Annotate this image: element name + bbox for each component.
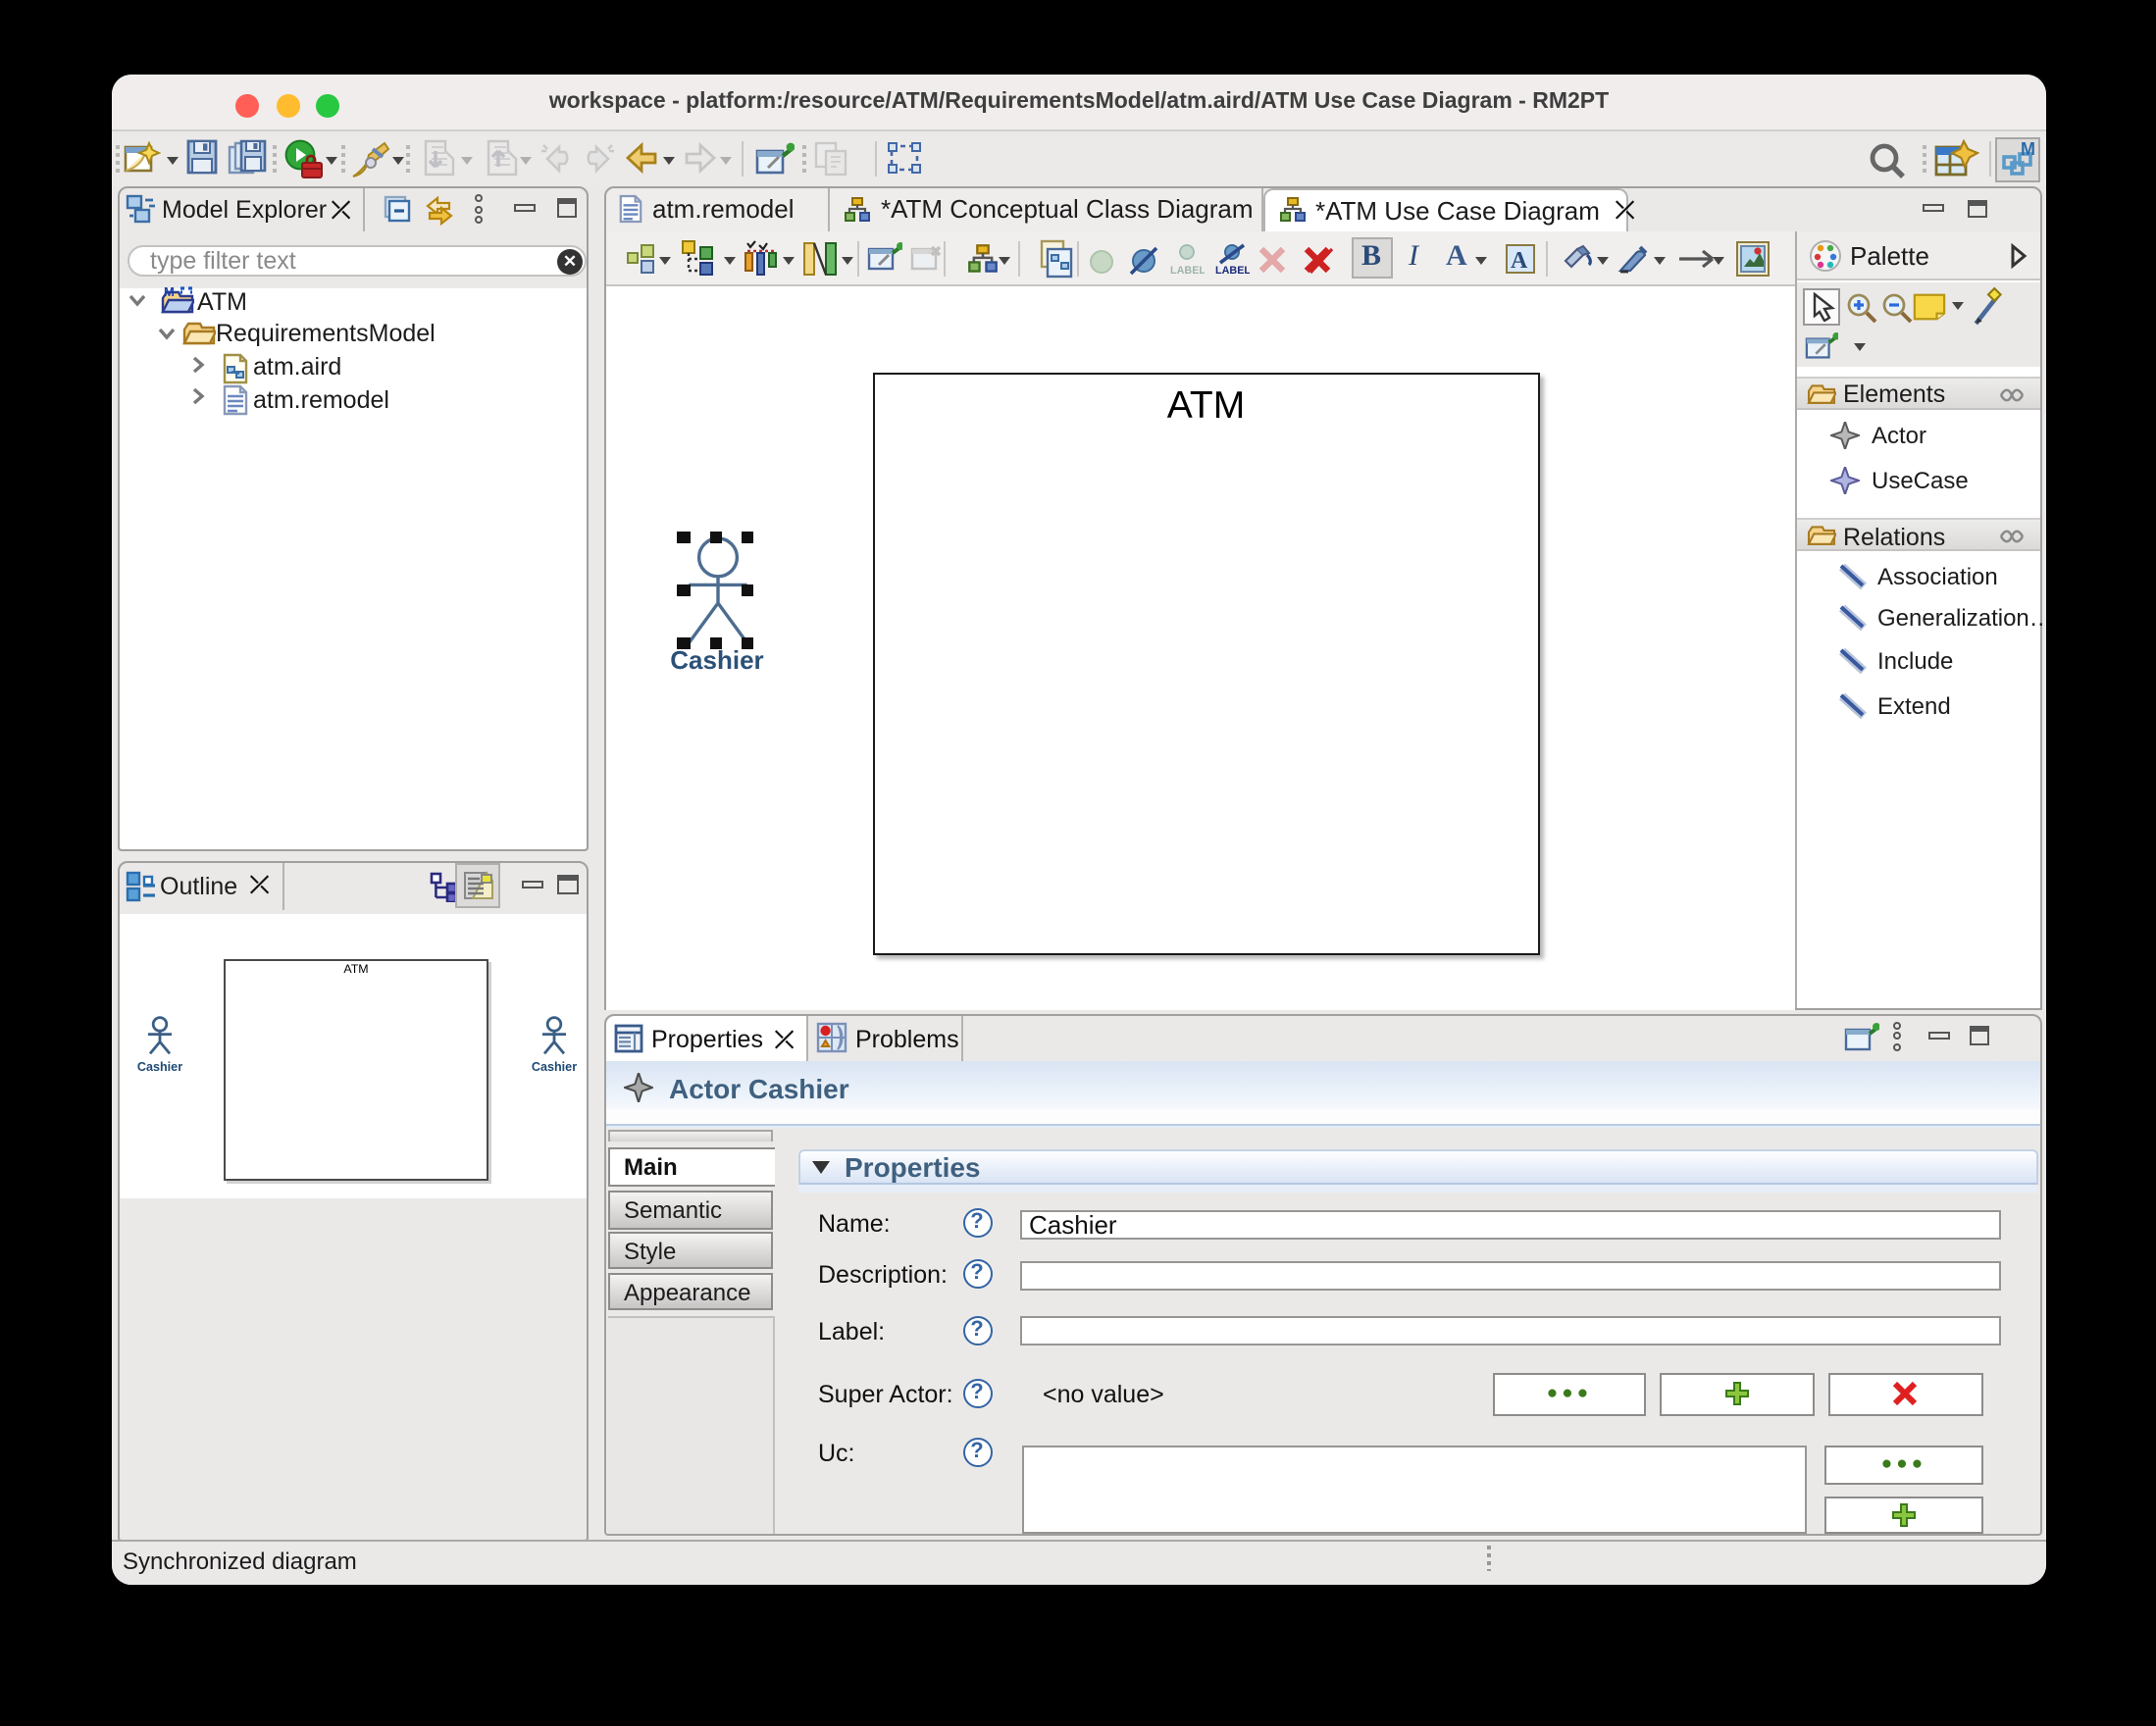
- svg-text:LABEL: LABEL: [1170, 264, 1205, 276]
- svg-text:A: A: [1511, 247, 1528, 273]
- svg-text:M: M: [2020, 141, 2034, 159]
- svg-text:Cashier: Cashier: [137, 1059, 182, 1073]
- svg-text:LABEL: LABEL: [1214, 264, 1249, 276]
- svg-text:M: M: [163, 286, 174, 299]
- svg-text:Cashier: Cashier: [531, 1059, 576, 1073]
